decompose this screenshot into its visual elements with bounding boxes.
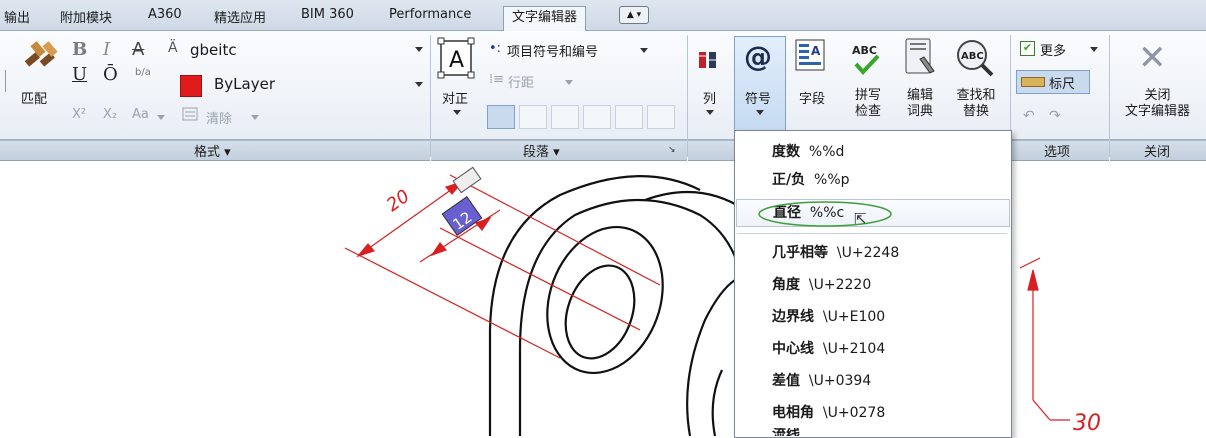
- bullets-icon: •:: [489, 41, 502, 56]
- clear-dropdown-icon: [251, 115, 259, 120]
- align-right-button[interactable]: [583, 105, 611, 129]
- clear-icon: [182, 107, 198, 121]
- symbol-dropdown-menu: 度数 %%d 正/负 %%p 直径 %%c ⇱ 几乎相等 \U+2248 角度 …: [734, 130, 1012, 438]
- columns-button[interactable]: 列: [703, 88, 716, 107]
- find-replace-icon: ABC: [957, 40, 994, 77]
- ruler-icon: [1021, 77, 1045, 87]
- bold-button[interactable]: B: [72, 39, 87, 60]
- at-symbol-icon: @: [744, 40, 772, 73]
- mouse-cursor-icon: ⇱: [854, 210, 867, 228]
- find-replace-button[interactable]: 查找和 替换: [951, 88, 1001, 120]
- bullets-button[interactable]: 项目符号和编号: [507, 41, 598, 60]
- options-panel-title: 选项: [1044, 145, 1071, 160]
- menu-separator: [737, 233, 1007, 234]
- strikethrough-button[interactable]: A: [132, 39, 144, 60]
- bullets-dropdown-icon: [640, 48, 648, 53]
- menu-item-centerline[interactable]: 中心线 \U+2104: [736, 336, 1008, 362]
- alignment-button-group: [487, 103, 677, 129]
- change-case-button[interactable]: Aa: [132, 107, 149, 122]
- left-cutoff-control[interactable]: [0, 70, 6, 92]
- more-dropdown-icon: [1090, 47, 1098, 52]
- font-dropdown[interactable]: gbeitc: [190, 41, 237, 59]
- match-label[interactable]: 匹配: [21, 88, 47, 107]
- close-panel-title: 关闭: [1144, 145, 1171, 160]
- spell-check-icon: ABC: [852, 44, 880, 75]
- columns-icon: [699, 52, 716, 68]
- align-distribute-button[interactable]: [647, 105, 675, 129]
- menu-item-angle[interactable]: 角度 \U+2220: [736, 272, 1008, 298]
- font-dropdown-arrow-icon[interactable]: [415, 47, 423, 52]
- dimension-20-label: 20: [383, 186, 414, 216]
- tab-performance[interactable]: Performance: [389, 7, 471, 22]
- ribbon-tab-bar: 输出 附加模块 A360 精选应用 BIM 360 Performance 文字…: [0, 0, 1206, 31]
- line-spacing-button[interactable]: 行距: [508, 72, 534, 91]
- underline-button[interactable]: U: [72, 64, 87, 85]
- align-left-button[interactable]: [519, 105, 547, 129]
- justify-button[interactable]: 对正: [442, 88, 468, 107]
- symbol-dropdown-icon: [756, 110, 764, 115]
- undo-icon[interactable]: ↶: [1023, 108, 1035, 124]
- justify-icon: A: [437, 37, 475, 79]
- close-editor-button[interactable]: 关闭 文字编辑器: [1109, 88, 1206, 120]
- menu-item-delta[interactable]: 差值 \U+0394: [736, 368, 1008, 394]
- svg-text:ABC: ABC: [961, 51, 984, 62]
- change-case-dropdown-icon: [157, 115, 165, 120]
- paragraph-panel-title[interactable]: 段落 ▾: [523, 141, 560, 160]
- menu-item-electrical-phase[interactable]: 电相角 \U+0278: [736, 400, 1008, 426]
- dimension-30-label: 30: [1073, 411, 1101, 436]
- align-default-button[interactable]: [487, 105, 515, 129]
- tab-addins[interactable]: 附加模块: [60, 7, 112, 26]
- menu-item-diameter[interactable]: 直径 %%c ⇱: [736, 199, 1010, 228]
- tab-bim360[interactable]: BIM 360: [301, 7, 354, 22]
- field-button[interactable]: 字段: [799, 88, 825, 107]
- more-button[interactable]: 更多: [1040, 40, 1066, 59]
- symbol-label: 符号: [745, 92, 772, 107]
- ribbon-minimize-toggle[interactable]: ▲ ▾: [619, 6, 649, 24]
- menu-item-almost-equal[interactable]: 几乎相等 \U+2248: [736, 240, 1008, 266]
- align-justify-button[interactable]: [615, 105, 643, 129]
- tab-a360[interactable]: A360: [148, 7, 182, 22]
- edit-dictionary-icon: [905, 38, 935, 74]
- tab-text-editor[interactable]: 文字编辑器: [503, 6, 587, 31]
- stack-button[interactable]: b/a: [135, 67, 151, 78]
- tab-output[interactable]: 输出: [4, 7, 30, 26]
- menu-item-flow-line[interactable]: 流线: [736, 428, 1008, 436]
- menu-item-degree[interactable]: 度数 %%d: [736, 139, 1008, 165]
- highlight-ellipse: [758, 201, 892, 227]
- menu-item-plus-minus[interactable]: 正/负 %%p: [736, 167, 1008, 193]
- subscript-button[interactable]: X₂: [103, 107, 117, 122]
- svg-text:A: A: [449, 48, 464, 73]
- color-dropdown-arrow-icon[interactable]: [415, 82, 423, 87]
- match-brush-icon: [24, 41, 58, 67]
- align-center-button[interactable]: [551, 105, 579, 129]
- justify-dropdown-icon: [453, 110, 461, 115]
- more-checkbox-icon: ✔: [1020, 41, 1035, 56]
- format-panel-title[interactable]: 格式 ▾: [194, 141, 231, 160]
- italic-button[interactable]: I: [103, 39, 110, 60]
- columns-dropdown-icon: [706, 110, 714, 115]
- ruler-label: 标尺: [1049, 77, 1076, 92]
- color-swatch: [180, 75, 202, 97]
- redo-icon[interactable]: ↷: [1049, 108, 1061, 124]
- svg-text:ABC: ABC: [852, 44, 877, 57]
- tab-featured-apps[interactable]: 精选应用: [214, 7, 266, 26]
- color-dropdown[interactable]: ByLayer: [214, 75, 275, 93]
- spell-check-button[interactable]: 拼写 检查: [848, 88, 888, 120]
- field-icon: A: [795, 39, 825, 71]
- line-spacing-dropdown-icon: [565, 80, 573, 85]
- paragraph-dialog-launcher-icon[interactable]: ↘: [668, 145, 676, 155]
- font-icon: Ä: [168, 40, 178, 56]
- superscript-button[interactable]: X²: [72, 107, 86, 122]
- svg-text:A: A: [811, 44, 821, 58]
- overline-button[interactable]: Ō: [103, 64, 118, 85]
- drawing-canvas[interactable]: 20 12 30: [0, 160, 1206, 436]
- edit-dictionary-button[interactable]: 编辑 词典: [900, 88, 940, 120]
- clear-button[interactable]: 清除: [206, 108, 232, 127]
- line-spacing-icon: ⁞≡: [489, 72, 505, 87]
- menu-item-boundary-line[interactable]: 边界线 \U+E100: [736, 304, 1008, 330]
- close-x-icon: ✕: [1138, 38, 1167, 78]
